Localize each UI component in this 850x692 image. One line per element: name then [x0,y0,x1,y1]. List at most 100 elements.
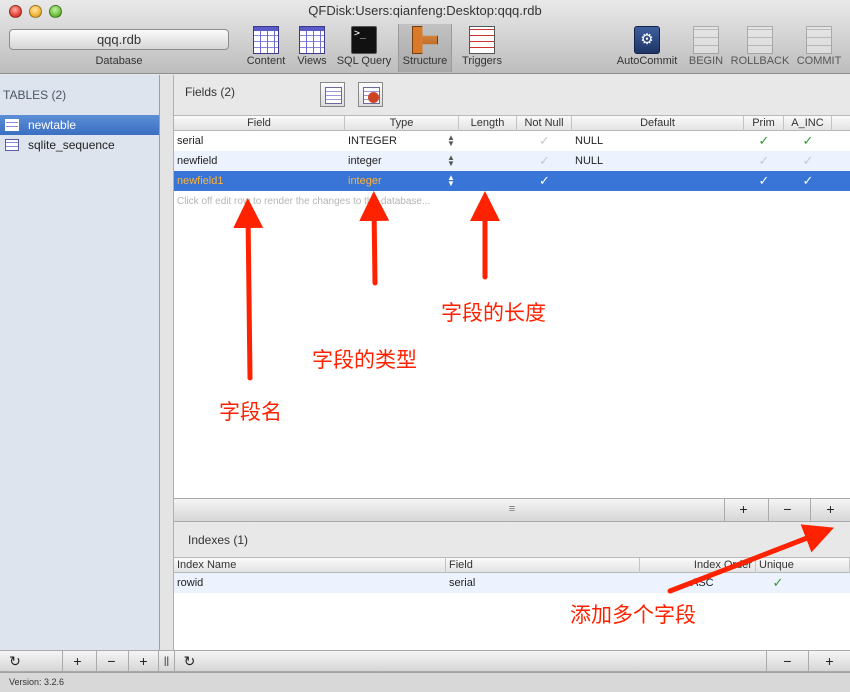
a-inc-checkbox[interactable]: ✓ [784,171,832,191]
table-icon [5,139,19,151]
field-name-cell[interactable]: newfield1 [174,171,345,191]
duplicate-field-button[interactable]: + [724,499,762,521]
rollback-icon [747,26,773,54]
toolbar-autocommit-button[interactable]: ⚙ AutoCommit [612,24,682,72]
type-stepper-icon[interactable]: ▲ ▼ [447,154,455,168]
terminal-icon: >_ [351,26,377,54]
refresh-indexes-button[interactable]: ↻ [174,651,204,673]
toolbar-rollback-button[interactable]: ROLLBACK [730,24,790,72]
edit-table-icon[interactable] [320,82,345,107]
version-status: Version: 3.2.6 [0,672,850,692]
index-name-cell[interactable]: rowid [174,573,446,593]
tables-header: TABLES (2) [3,88,67,102]
toolbar-triggers-button[interactable]: Triggers [456,24,508,72]
not-null-checkbox[interactable]: ✓ [517,131,572,151]
table-row[interactable]: serial INTEGER ▲ ▼ ✓ NULL ✓ ✓ [174,131,850,151]
column-header-field[interactable]: Field [174,116,345,131]
type-stepper-icon[interactable]: ▲ ▼ [447,134,455,148]
field-name-cell[interactable]: serial [174,131,345,151]
toolbar-views-button[interactable]: Views [293,24,331,72]
field-default-cell[interactable]: NULL [572,151,744,171]
annotation-add-fields: 添加多个字段 [570,603,696,627]
database-label: Database [95,55,143,67]
column-header-not-null[interactable]: Not Null [517,116,572,131]
sidebar-item-newtable[interactable]: newtable [0,115,159,135]
begin-icon [693,26,719,54]
indexes-title: Indexes (1) [188,533,249,547]
database-selector[interactable]: qqq.rdb [9,29,229,50]
index-field-cell[interactable]: serial [446,573,640,593]
field-type-cell[interactable]: integer [345,171,459,191]
indexes-table-header: Index Name Field Index Order Unique [174,558,850,573]
unique-checkbox[interactable]: ✓ [756,573,800,593]
toolbar-label: Content [246,55,286,67]
toolbar-sql-query-button[interactable]: >_ SQL Query [334,24,394,72]
column-header-prim[interactable]: Prim [744,116,784,131]
field-type-cell[interactable]: integer [345,151,459,171]
add-field-button[interactable]: + [810,499,850,521]
toolbar: QFDisk:Users:qianfeng:Desktop:qqq.rdb qq… [0,0,850,74]
a-inc-checkbox[interactable]: ✓ [784,131,832,151]
toolbar-label: Views [297,55,327,67]
column-header-length[interactable]: Length [459,116,517,131]
field-length-cell[interactable] [459,151,517,171]
duplicate-table-button[interactable]: + [62,651,92,673]
prim-checkbox[interactable]: ✓ [744,131,784,151]
split-view-divider[interactable] [160,75,174,650]
field-default-cell[interactable] [572,171,744,191]
sidebar-item-label: sqlite_sequence [28,138,115,152]
field-default-cell[interactable]: NULL [572,131,744,151]
field-length-cell[interactable] [459,171,517,191]
field-length-cell[interactable] [459,131,517,151]
indexes-table: Index Name Field Index Order Unique rowi… [174,557,850,650]
toolbar-content-button[interactable]: Content [242,24,290,72]
add-index-button[interactable]: + [808,651,850,673]
table-row[interactable]: rowid serial ASC ✓ [174,573,850,593]
toolbar-label: AutoCommit [616,55,678,67]
tables-sidebar: TABLES (2) newtable sqlite_sequence [0,75,160,650]
table-row[interactable]: newfield integer ▲ ▼ ✓ NULL ✓ ✓ [174,151,850,171]
toolbar-structure-button[interactable]: Structure [398,24,452,72]
column-header-type[interactable]: Type [345,116,459,131]
toolbar-commit-button[interactable]: COMMIT [793,24,845,72]
structure-pane: Fields (2) Field Type Length Not Null De… [174,75,850,650]
toolbar-begin-button[interactable]: BEGIN [686,24,726,72]
add-table-button[interactable]: + [128,651,158,673]
bottom-button-bar: ↻ + − + || ↻ − + [0,650,850,673]
type-stepper-icon[interactable]: ▲ ▼ [447,174,455,188]
table-icon [5,119,19,131]
column-header-index-name[interactable]: Index Name [174,558,446,573]
remove-index-button[interactable]: − [766,651,808,673]
splitter-handle[interactable]: || [158,651,174,673]
not-null-checkbox[interactable]: ✓ [517,151,572,171]
remove-field-button[interactable]: − [768,499,806,521]
rename-table-icon[interactable] [358,82,383,107]
a-inc-checkbox[interactable]: ✓ [784,151,832,171]
fields-button-bar: ≡ + − + [174,498,850,522]
sidebar-item-sqlite-sequence[interactable]: sqlite_sequence [0,135,159,155]
toolbar-label: Structure [402,55,448,67]
column-header-index-field[interactable]: Field [446,558,640,573]
field-type-cell[interactable]: INTEGER [345,131,459,151]
fields-table-header: Field Type Length Not Null Default Prim … [174,116,850,131]
column-header-a-inc[interactable]: A_INC [784,116,832,131]
not-null-checkbox[interactable]: ✓ [517,171,572,191]
sidebar-item-label: newtable [28,118,77,132]
field-name-cell[interactable]: newfield [174,151,345,171]
remove-table-button[interactable]: − [96,651,126,673]
fields-title: Fields (2) [185,85,236,99]
window-title: QFDisk:Users:qianfeng:Desktop:qqq.rdb [308,3,542,18]
index-order-cell[interactable]: ASC [688,573,738,593]
column-header-index-order[interactable]: Index Order [640,558,756,573]
prim-checkbox[interactable]: ✓ [744,171,784,191]
column-header-unique[interactable]: Unique [756,558,850,573]
refresh-tables-button[interactable]: ↻ [0,651,30,673]
edit-hint: Click off edit row to render the changes… [177,196,431,207]
resize-grip-icon[interactable]: ≡ [509,504,515,515]
app-window: QFDisk:Users:qianfeng:Desktop:qqq.rdb qq… [0,0,850,692]
prim-checkbox[interactable]: ✓ [744,151,784,171]
gear-icon: ⚙ [634,26,660,54]
table-row-selected[interactable]: newfield1 integer ▲ ▼ ✓ ✓ ✓ [174,171,850,191]
toolbar-label: COMMIT [796,55,842,67]
column-header-default[interactable]: Default [572,116,744,131]
